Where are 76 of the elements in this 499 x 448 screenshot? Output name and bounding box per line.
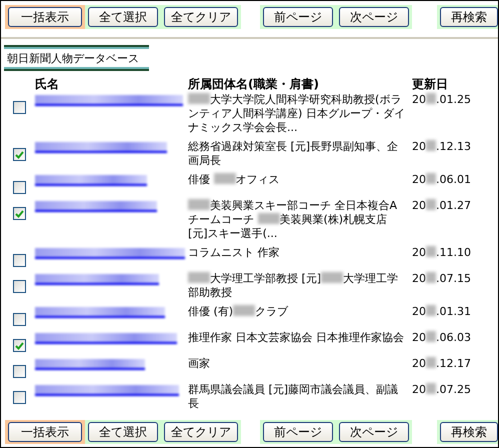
row-checkbox[interactable]	[13, 207, 26, 220]
toolbar-button[interactable]: 全て選択	[88, 422, 158, 442]
redacted-name-link[interactable]	[35, 359, 145, 370]
checkmark-icon	[15, 342, 24, 350]
update-date: 20 .07.15	[412, 272, 472, 287]
redacted-name-link[interactable]	[35, 201, 157, 212]
redacted-name-link[interactable]	[35, 142, 167, 153]
affiliation-text: 大学理工学部教授 [元] 大学理工学部助教授	[188, 272, 400, 300]
toolbar-button[interactable]: 全て選択	[88, 7, 158, 27]
row-checkbox[interactable]	[13, 148, 26, 161]
toolbar-button[interactable]: 次ページ	[339, 7, 409, 27]
toolbar-button[interactable]: 再検索	[440, 422, 498, 442]
update-date: 20 .12.17	[412, 357, 472, 372]
redacted-name-link[interactable]	[35, 307, 165, 318]
row-checkbox[interactable]	[13, 365, 26, 378]
redacted-text	[426, 272, 436, 283]
toolbar-button[interactable]: 全てクリア	[164, 7, 238, 27]
checkmark-icon	[15, 210, 24, 218]
update-date: 20 .01.25	[412, 93, 472, 108]
column-header: 更新日	[412, 77, 449, 91]
redacted-name-link[interactable]	[35, 385, 179, 396]
column-header: 所属団体名(職業・肩書)	[188, 77, 320, 91]
toolbar-button[interactable]: 一括表示	[8, 7, 82, 27]
redacted-text	[188, 199, 210, 210]
row-checkbox[interactable]	[13, 181, 26, 194]
row-checkbox[interactable]	[13, 280, 26, 293]
redacted-name-link[interactable]	[35, 95, 183, 106]
update-date: 20 .11.10	[412, 246, 472, 261]
toolbar-button[interactable]: 一括表示	[8, 422, 82, 442]
database-banner: 朝日新聞人物データベース	[4, 45, 149, 71]
toolbar-button[interactable]: 全てクリア	[164, 422, 238, 442]
row-checkbox[interactable]	[13, 339, 26, 352]
toolbar-button[interactable]: 前ページ	[263, 422, 333, 442]
affiliation-text: 俳優 (有) クラブ	[188, 305, 290, 320]
redacted-text	[258, 213, 280, 224]
redacted-text	[426, 305, 436, 316]
affiliation-text: 美装興業スキー部コーチ 全日本複合Aチームコーチ 美装興業(株)札幌支店 [元]スキー選手(...	[188, 199, 398, 241]
redacted-text	[426, 173, 436, 184]
toolbar-button[interactable]: 前ページ	[263, 7, 333, 27]
update-date: 20 .01.27	[412, 199, 472, 214]
redacted-text	[426, 199, 436, 210]
affiliation-text: 群馬県議会議員 [元]藤岡市議会議員、副議長	[188, 383, 400, 411]
redacted-name-link[interactable]	[35, 175, 147, 186]
redacted-text	[188, 93, 210, 104]
redacted-text	[321, 272, 344, 283]
update-date: 20 .07.25	[412, 383, 472, 398]
redacted-text	[426, 140, 436, 151]
redacted-name-link[interactable]	[35, 248, 185, 259]
checkmark-icon	[15, 150, 24, 158]
row-checkbox[interactable]	[13, 254, 26, 267]
redacted-text	[426, 383, 436, 394]
affiliation-text: コラムニスト 作家	[188, 246, 280, 261]
row-checkbox[interactable]	[13, 391, 26, 404]
affiliation-text: 俳優 オフィス	[188, 173, 280, 188]
redacted-name-link[interactable]	[35, 333, 177, 344]
update-date: 20 .06.01	[412, 173, 472, 188]
redacted-text	[233, 305, 256, 316]
affiliation-text: 画家	[188, 357, 211, 372]
affiliation-text: 推理作家 日本文芸家協会 日本推理作家協会	[188, 331, 405, 346]
toolbar-button[interactable]: 次ページ	[339, 422, 409, 442]
row-checkbox[interactable]	[13, 313, 26, 326]
affiliation-text: 総務省過疎対策室長 [元]長野県副知事、企画局長	[188, 140, 400, 168]
redacted-name-link[interactable]	[35, 274, 159, 285]
update-date: 20 .06.03	[412, 331, 472, 346]
toolbar-button[interactable]: 再検索	[440, 7, 498, 27]
redacted-text	[426, 246, 436, 257]
column-header: 氏名	[35, 77, 60, 91]
redacted-text	[214, 173, 236, 184]
affiliation-text: 大学大学院人間科学研究科助教授(ボランティア人間科学講座) 日本グループ・ダイナミックス学会会長...	[188, 93, 406, 135]
update-date: 20 .01.31	[412, 305, 472, 320]
redacted-text	[426, 93, 436, 104]
redacted-text	[426, 331, 436, 342]
redacted-text	[188, 272, 210, 283]
update-date: 20 .12.13	[412, 140, 472, 155]
redacted-text	[426, 357, 436, 368]
row-checkbox[interactable]	[13, 101, 26, 114]
